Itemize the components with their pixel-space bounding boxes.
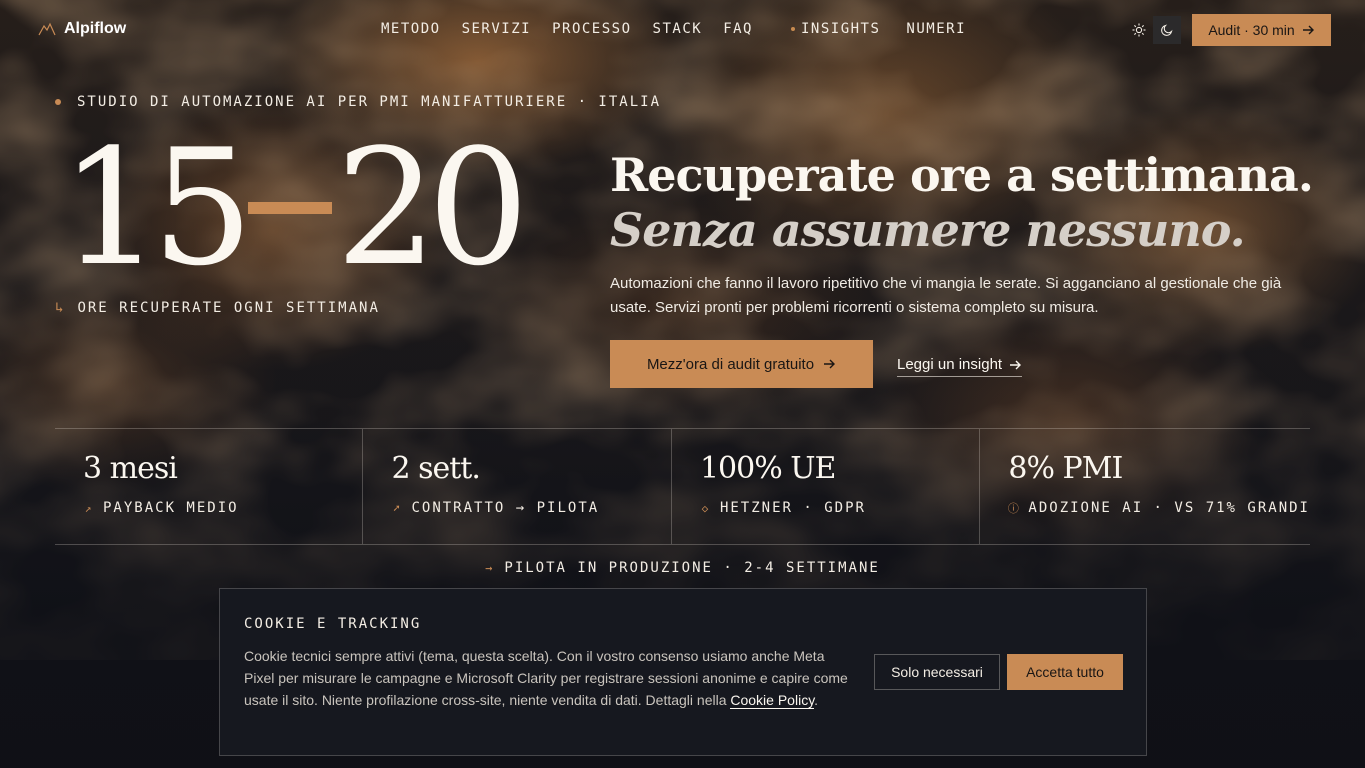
stat-hosting: 100% UE ◇ HETZNER · GDPR xyxy=(670,429,979,544)
nav-item-insights[interactable]: INSIGHTS xyxy=(790,21,881,37)
insight-link[interactable]: Leggi un insight xyxy=(897,353,1023,377)
cookie-banner: COOKIE E TRACKING Cookie tecnici sempre … xyxy=(219,588,1147,756)
stat-label-text: ADOZIONE AI · VS 71% GRANDI xyxy=(1028,500,1310,516)
nav-item-metodo[interactable]: METODO xyxy=(381,21,441,37)
stat-label-text: PAYBACK MEDIO xyxy=(103,500,239,516)
shield-icon: ◇ xyxy=(701,501,711,515)
headline-line-1: Recuperate ore a settimana. xyxy=(610,148,1314,202)
nav-item-stack[interactable]: STACK xyxy=(653,21,703,37)
headline-line-2: Senza assumere nessuno. xyxy=(610,203,1246,257)
bignum-caption: ↳ ORE RECUPERATE OGNI SETTIMANA xyxy=(55,300,380,316)
brand-name: Alpiflow xyxy=(64,20,127,37)
cookie-tail: . xyxy=(814,692,819,708)
pilot-banner: → PILOTA IN PRODUZIONE · 2-4 SETTIMANE xyxy=(0,560,1365,576)
arrow-right-icon xyxy=(1302,25,1314,35)
stat-label: ↗ PAYBACK MEDIO xyxy=(83,500,362,516)
rocket-icon: ➚ xyxy=(393,501,402,515)
return-arrow-icon: ↳ xyxy=(55,300,66,316)
theme-toggle xyxy=(1125,16,1181,44)
moon-icon xyxy=(1161,24,1173,36)
pilot-banner-text: PILOTA IN PRODUZIONE · 2-4 SETTIMANE xyxy=(504,560,880,576)
stat-label-text: HETZNER · GDPR xyxy=(719,500,866,516)
cookie-title: COOKIE E TRACKING xyxy=(244,616,422,632)
stat-label: ⓘ ADOZIONE AI · VS 71% GRANDI xyxy=(1008,500,1310,516)
main-nav: METODO SERVIZI PROCESSO STACK FAQ INSIGH… xyxy=(381,21,966,37)
cookie-text: Cookie tecnici sempre attivi (tema, ques… xyxy=(244,645,854,711)
dark-theme-button[interactable] xyxy=(1153,16,1181,44)
nav-label: NUMERI xyxy=(906,21,966,37)
stat-value: 100% UE xyxy=(699,451,837,486)
new-dot-icon xyxy=(790,27,795,31)
stat-value: 2 sett. xyxy=(391,451,480,486)
stats-strip: 3 mesi ↗ PAYBACK MEDIO 2 sett. ➚ CONTRAT… xyxy=(55,428,1310,545)
hero-headline: Recuperate ore a settimana. Senza assume… xyxy=(610,148,1330,258)
stat-pilot: 2 sett. ➚ CONTRATTO → PILOTA xyxy=(362,429,670,544)
trend-up-icon: ↗ xyxy=(84,501,94,515)
light-theme-button[interactable] xyxy=(1125,16,1153,44)
cta-secondary-label: Leggi un insight xyxy=(897,356,1003,373)
info-icon: ⓘ xyxy=(1007,502,1021,515)
stat-value: 8% PMI xyxy=(1008,451,1123,486)
hero-eyebrow: STUDIO DI AUTOMAZIONE AI PER PMI MANIFAT… xyxy=(55,94,661,110)
accept-all-cookies-button[interactable]: Accetta tutto xyxy=(1007,654,1123,690)
nav-label: PROCESSO xyxy=(552,21,632,37)
nav-label: INSIGHTS xyxy=(800,21,881,37)
stat-payback: 3 mesi ↗ PAYBACK MEDIO xyxy=(55,429,362,544)
hero-lede: Automazioni che fanno il lavoro ripetiti… xyxy=(610,275,1282,316)
stat-label-text: CONTRATTO → PILOTA xyxy=(411,500,600,516)
cta-primary-label: Mezz'ora di audit gratuito xyxy=(646,355,815,373)
range-dash xyxy=(247,202,332,214)
nav-label: FAQ xyxy=(723,21,753,37)
audit-cta-button[interactable]: Mezz'ora di audit gratuito xyxy=(610,340,873,388)
nav-label: METODO xyxy=(381,21,441,37)
stat-value: 3 mesi xyxy=(83,451,178,486)
nav-label: SERVIZI xyxy=(461,21,532,37)
nav-label: STACK xyxy=(652,21,703,37)
audit-header-button[interactable]: Audit · 30 min xyxy=(1192,14,1331,46)
arrow-right-icon: → xyxy=(485,561,495,575)
nav-item-faq[interactable]: FAQ xyxy=(723,21,753,37)
arrow-right-icon xyxy=(1010,360,1022,369)
eyebrow-text: STUDIO DI AUTOMAZIONE AI PER PMI MANIFAT… xyxy=(77,94,662,110)
stat-adoption: 8% PMI ⓘ ADOZIONE AI · VS 71% GRANDI xyxy=(979,429,1310,544)
mountain-icon xyxy=(38,22,56,36)
cookie-policy-link[interactable]: Cookie Policy xyxy=(730,692,815,709)
sun-icon xyxy=(1132,23,1146,37)
stat-label: ◇ HETZNER · GDPR xyxy=(700,500,979,516)
hero-big-number: 15 20 xyxy=(60,114,530,301)
bignum-from: 15 xyxy=(60,114,254,301)
brand-logo[interactable]: Alpiflow xyxy=(38,20,126,38)
arrow-right-icon xyxy=(824,359,836,369)
bignum-to: 20 xyxy=(335,114,530,301)
reject-optional-cookies-button[interactable]: Solo necessari xyxy=(874,654,1000,690)
audit-button-label: Audit · 30 min xyxy=(1208,22,1295,38)
nav-item-servizi[interactable]: SERVIZI xyxy=(462,21,532,37)
stat-label: ➚ CONTRATTO → PILOTA xyxy=(391,500,670,516)
nav-item-numeri[interactable]: NUMERI xyxy=(896,21,966,37)
bignum-caption-text: ORE RECUPERATE OGNI SETTIMANA xyxy=(77,300,380,316)
site-header: Alpiflow METODO SERVIZI PROCESSO STACK F… xyxy=(0,0,1365,60)
bullet-icon xyxy=(55,99,61,105)
nav-item-processo[interactable]: PROCESSO xyxy=(552,21,631,37)
